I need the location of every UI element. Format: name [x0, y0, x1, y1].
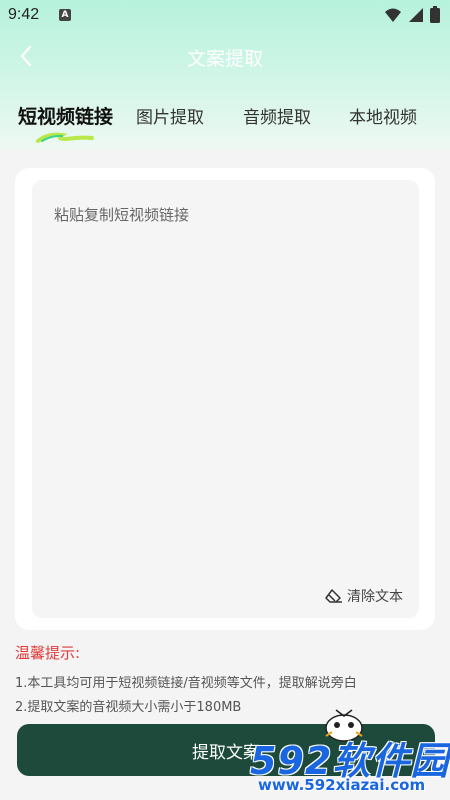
watermark-url: www.592xiazai.com [258, 776, 426, 794]
tab-local-video[interactable]: 本地视频 [349, 103, 417, 128]
page-title: 文案提取 [186, 48, 263, 70]
link-input-placeholder: 粘贴复制短视频链接 [54, 206, 190, 224]
status-time: 9:42 [8, 6, 40, 23]
wifi-icon [385, 8, 401, 22]
tips-line-1: 1.本工具均可用于短视频链接/音视频等文件，提取解说旁白 [15, 676, 357, 691]
watermark: 592软件园 www.592xiazai.com [250, 728, 450, 800]
clear-text-button[interactable]: 清除文本 [325, 586, 403, 606]
active-tab-indicator [36, 132, 94, 143]
status-icons [384, 6, 440, 24]
status-bar: 9:42 A [0, 0, 450, 32]
nav-bar: 文案提取 [0, 32, 450, 80]
link-input[interactable]: 粘贴复制短视频链接 清除文本 [32, 180, 419, 618]
tab-short-video-link[interactable]: 短视频链接 [18, 102, 113, 129]
clear-text-label: 清除文本 [347, 589, 403, 605]
tab-image-extract[interactable]: 图片提取 [136, 103, 204, 128]
notification-badge: A [59, 9, 71, 21]
tab-audio-extract[interactable]: 音频提取 [243, 103, 311, 128]
tips-line-2: 2.提取文案的音视频大小需小于180MB [15, 700, 242, 715]
battery-icon [430, 6, 440, 23]
signal-icon [409, 8, 423, 22]
eraser-icon [325, 589, 342, 603]
tab-bar: 短视频链接 图片提取 音频提取 本地视频 [0, 95, 450, 145]
input-card: 粘贴复制短视频链接 清除文本 [15, 168, 435, 630]
tips-section: 温馨提示: 1.本工具均可用于短视频链接/音视频等文件，提取解说旁白 2.提取文… [15, 642, 435, 715]
tips-title: 温馨提示: [15, 644, 81, 662]
